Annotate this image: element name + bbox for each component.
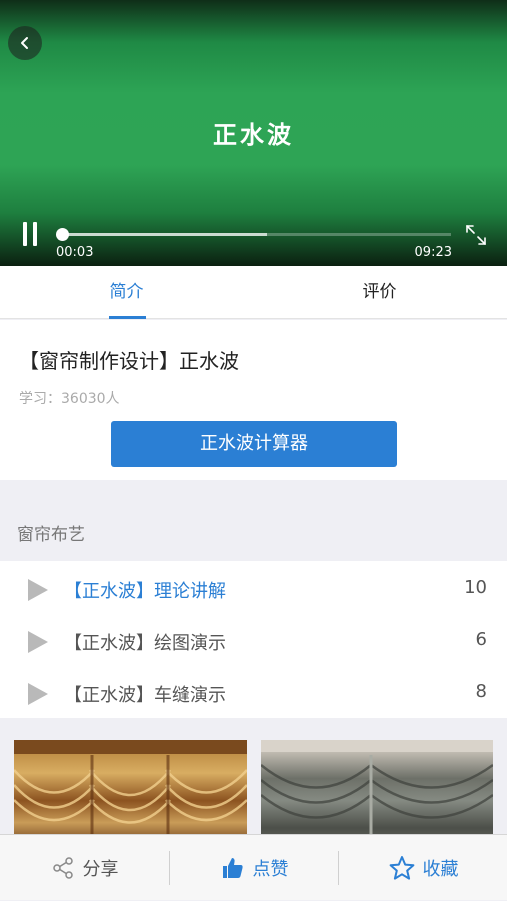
lesson-item[interactable]: 【正水波】绘图演示 6 [0, 614, 507, 666]
current-time: 00:03 [56, 245, 94, 260]
calculator-button[interactable]: 正水波计算器 [111, 421, 397, 467]
video-title: 正水波 [213, 121, 294, 149]
lesson-count: 10 [464, 577, 487, 598]
pause-button[interactable] [20, 222, 42, 246]
lesson-name: 【正水波】绘图演示 [64, 633, 226, 654]
lesson-count: 8 [475, 681, 487, 702]
favorite-label: 收藏 [422, 859, 459, 880]
lesson-name: 【正水波】车缝演示 [64, 685, 226, 706]
curtain-image-gold[interactable] [14, 740, 247, 838]
section-header: 窗帘布艺 [0, 480, 507, 561]
progress-track[interactable] [55, 228, 451, 241]
learn-count: 学习：36030人 [19, 391, 120, 407]
total-time: 09:23 [414, 245, 452, 260]
curtain-image-gray[interactable] [261, 740, 493, 838]
play-icon [28, 579, 48, 601]
buffer-bar [60, 233, 268, 236]
tab-bar: 简介 评价 [0, 266, 507, 319]
bottom-action-bar: 分享 点赞 收藏 [0, 834, 507, 900]
tab-reviews[interactable]: 评价 [253, 266, 506, 319]
tab-indicator [109, 316, 146, 319]
course-title: 【窗帘制作设计】正水波 [19, 349, 239, 373]
back-button[interactable] [8, 26, 42, 60]
share-icon [52, 857, 73, 879]
share-button[interactable]: 分享 [0, 835, 169, 901]
course-info: 【窗帘制作设计】正水波 学习：36030人 正水波计算器 [0, 320, 507, 480]
back-icon [21, 37, 28, 49]
star-icon [389, 856, 414, 880]
thumbs-up-icon [222, 858, 243, 878]
fullscreen-icon [466, 225, 486, 245]
video-player[interactable]: 正水波 00:03 09:23 [0, 0, 507, 266]
lesson-name: 【正水波】理论讲解 [64, 581, 226, 602]
like-label: 点赞 [252, 859, 289, 880]
play-icon [28, 631, 48, 653]
lesson-count: 6 [475, 629, 487, 650]
lesson-item[interactable]: 【正水波】车缝演示 8 [0, 666, 507, 718]
favorite-button[interactable]: 收藏 [339, 835, 507, 901]
fullscreen-button[interactable] [465, 224, 487, 246]
progress-thumb[interactable] [55, 228, 69, 241]
lesson-item[interactable]: 【正水波】理论讲解 10 [0, 562, 507, 614]
image-gallery [0, 718, 507, 838]
tab-intro[interactable]: 简介 [0, 266, 253, 319]
share-label: 分享 [82, 859, 119, 880]
like-button[interactable]: 点赞 [170, 835, 339, 901]
section-title: 窗帘布艺 [17, 525, 85, 545]
play-icon [28, 683, 48, 705]
lesson-list: 【正水波】理论讲解 10 【正水波】绘图演示 6 【正水波】车缝演示 8 [0, 561, 507, 718]
